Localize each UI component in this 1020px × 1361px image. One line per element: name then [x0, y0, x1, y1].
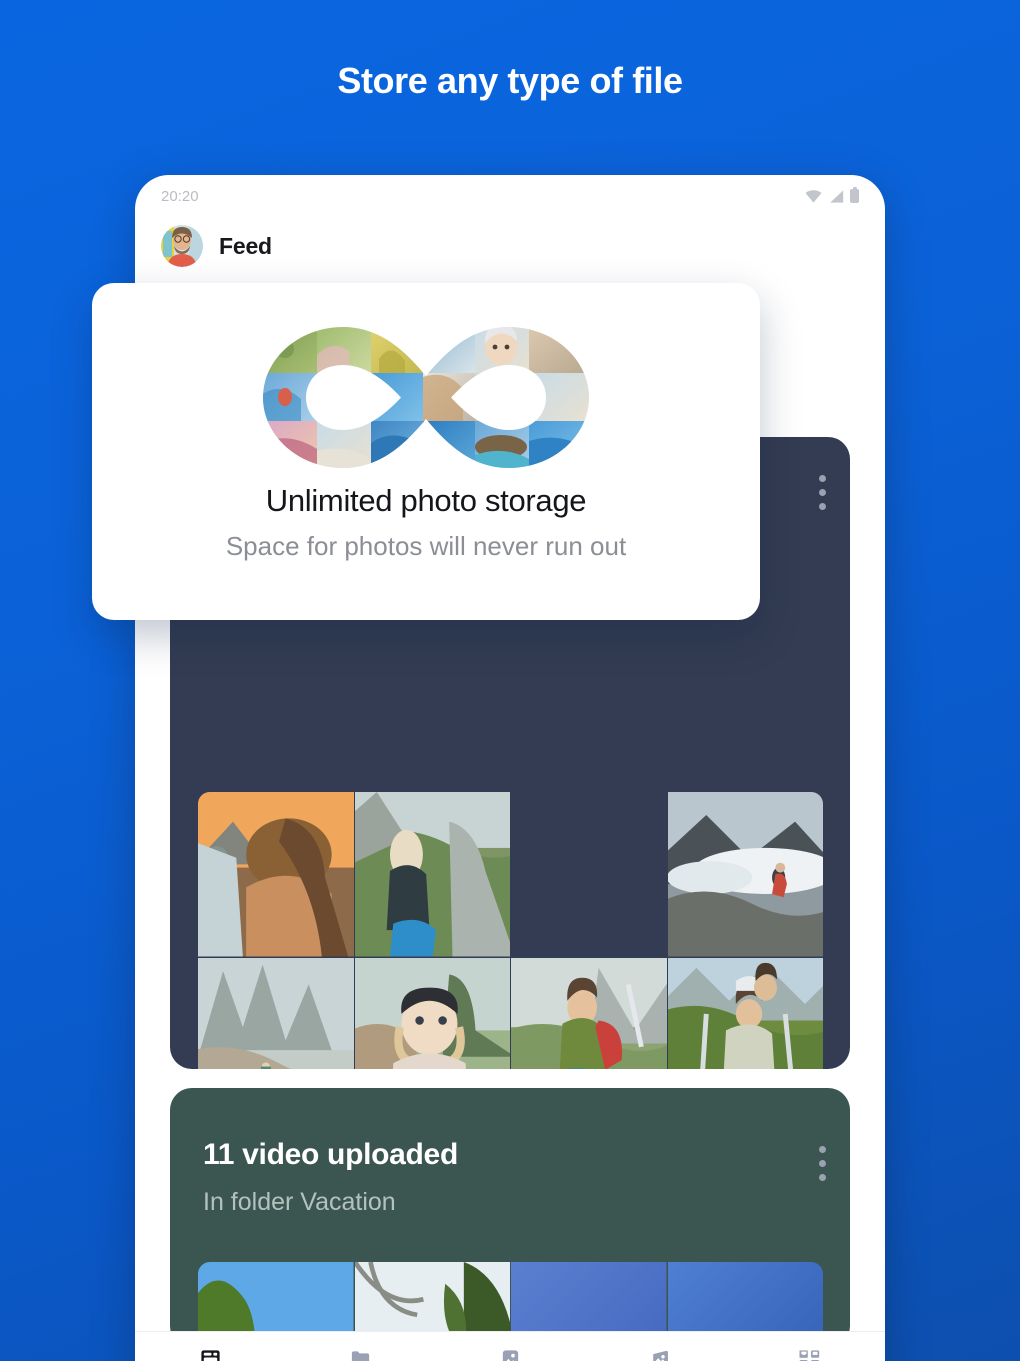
folder-icon: [347, 1346, 373, 1361]
image-icon: [497, 1346, 523, 1361]
grid-apps-icon: [797, 1346, 823, 1361]
wifi-icon: [805, 189, 822, 203]
album-icon: [647, 1346, 673, 1361]
nav-item-more[interactable]: More: [735, 1346, 885, 1361]
photo-grid: [198, 792, 823, 1069]
kebab-menu-icon[interactable]: [819, 1146, 826, 1181]
overlay-card-subtitle: Space for photos will never run out: [225, 531, 627, 561]
videos-card-subtitle: In folder Vacation: [203, 1188, 396, 1216]
feed-header: Feed: [161, 225, 272, 267]
nav-item-photos[interactable]: Photos: [435, 1346, 585, 1361]
videos-card-title: 11 video uploaded: [203, 1138, 458, 1171]
photo-thumbnail[interactable]: [354, 957, 510, 1069]
bottom-navigation: Feed Files Photos: [135, 1331, 885, 1361]
photo-thumbnail[interactable]: [667, 957, 823, 1069]
photo-thumbnail-empty[interactable]: [511, 792, 667, 957]
avatar[interactable]: [161, 225, 203, 267]
status-icons: [805, 186, 859, 203]
status-time: 20:20: [161, 187, 199, 205]
nav-item-files[interactable]: Files: [285, 1346, 435, 1361]
nav-item-albums[interactable]: Albums: [585, 1346, 735, 1361]
signal-icon: [830, 189, 844, 203]
infinity-photo-mosaic-icon: [261, 325, 591, 470]
feed-title: Feed: [219, 232, 272, 259]
overlay-card-title: Unlimited photo storage: [265, 483, 587, 518]
page-title: Store any type of file: [337, 60, 683, 101]
feed-icon: [197, 1346, 223, 1361]
videos-card[interactable]: 11 video uploaded In folder Vacation: [170, 1088, 850, 1348]
photo-thumbnail[interactable]: [198, 792, 354, 957]
photo-thumbnail[interactable]: [198, 957, 354, 1069]
status-bar: 20:20: [135, 175, 885, 217]
photo-thumbnail[interactable]: [667, 792, 823, 957]
photo-thumbnail[interactable]: [354, 792, 510, 957]
nav-item-feed[interactable]: Feed: [135, 1346, 285, 1361]
kebab-menu-icon[interactable]: [819, 475, 826, 510]
battery-icon: [850, 186, 859, 203]
photo-thumbnail[interactable]: [511, 957, 667, 1069]
unlimited-storage-card[interactable]: Unlimited photo storage Space for photos…: [92, 283, 760, 620]
